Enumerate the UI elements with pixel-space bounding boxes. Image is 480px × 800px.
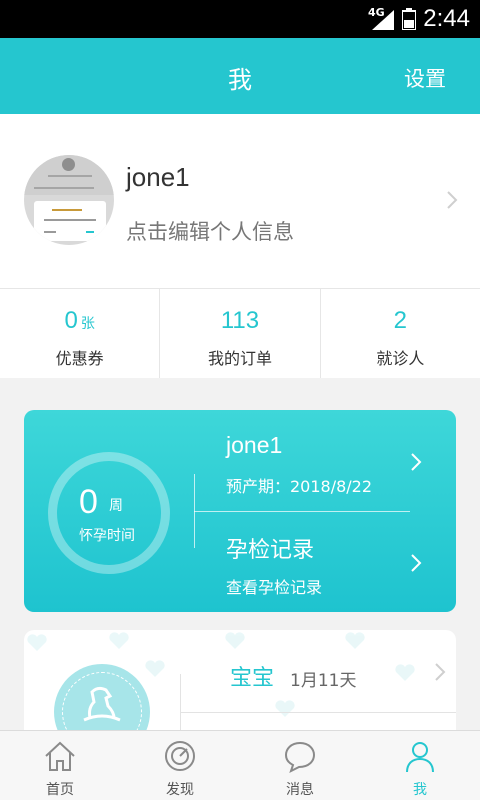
settings-button[interactable]: 设置 bbox=[404, 63, 446, 93]
checkup-record-link[interactable]: 查看孕检记录 bbox=[226, 574, 322, 598]
due-date: 预产期：2018/8/22 bbox=[226, 477, 373, 496]
checkup-record-title[interactable]: 孕检记录 bbox=[226, 532, 314, 564]
tab-me-label: 我 bbox=[413, 782, 427, 798]
tab-messages[interactable]: 消息 bbox=[240, 731, 360, 800]
tab-discover-label: 发现 bbox=[166, 782, 194, 798]
patients-count: 2 bbox=[393, 307, 407, 334]
chevron-right-icon[interactable] bbox=[434, 662, 446, 682]
heart-icon bbox=[345, 632, 365, 649]
tab-messages-label: 消息 bbox=[286, 782, 314, 798]
profile-row[interactable]: jone1 点击编辑个人信息 bbox=[0, 114, 480, 288]
chevron-right-icon[interactable] bbox=[410, 553, 422, 573]
coupons-label: 优惠券 bbox=[55, 349, 104, 368]
bottom-tab-bar: 首页 发现 消息 我 bbox=[0, 730, 480, 800]
stats-row: 0张 优惠券 113 我的订单 2 就诊人 bbox=[0, 288, 480, 378]
heart-icon bbox=[27, 634, 47, 651]
tab-discover[interactable]: 发现 bbox=[120, 731, 240, 800]
signal-icon bbox=[372, 10, 394, 30]
tab-home[interactable]: 首页 bbox=[0, 731, 120, 800]
pregnancy-weeks-label: 怀孕时间 bbox=[79, 528, 135, 544]
tab-home-label: 首页 bbox=[46, 782, 74, 798]
heart-icon bbox=[109, 632, 129, 649]
divider bbox=[180, 712, 456, 713]
pregnancy-weeks-value: 0 bbox=[79, 483, 98, 521]
pregnancy-card: 0 周 怀孕时间 jone1 预产期：2018/8/22 孕检记录 查看孕检记录 bbox=[24, 410, 456, 612]
message-icon bbox=[284, 741, 316, 773]
avatar bbox=[24, 155, 114, 245]
orders-stat[interactable]: 113 我的订单 bbox=[160, 289, 321, 378]
user-icon bbox=[406, 742, 434, 773]
patients-label: 就诊人 bbox=[376, 349, 425, 368]
chevron-right-icon[interactable] bbox=[410, 452, 422, 472]
baby-avatar bbox=[54, 664, 150, 740]
home-icon bbox=[45, 741, 75, 771]
tab-me[interactable]: 我 bbox=[360, 731, 480, 800]
baby-age: 1月11天 bbox=[290, 671, 357, 691]
app-header: 我 设置 bbox=[0, 38, 480, 114]
coupons-count: 0 bbox=[64, 307, 78, 334]
coupons-stat[interactable]: 0张 优惠券 bbox=[0, 289, 161, 378]
pregnancy-name[interactable]: jone1 bbox=[226, 432, 282, 459]
pregnancy-weeks-ring: 0 周 怀孕时间 bbox=[48, 452, 170, 574]
heart-icon bbox=[225, 632, 245, 649]
orders-label: 我的订单 bbox=[207, 349, 272, 368]
status-bar: 4G 2:44 bbox=[0, 0, 480, 38]
baby-label: 宝宝 bbox=[230, 666, 275, 691]
heart-icon bbox=[145, 660, 165, 677]
orders-count: 113 bbox=[220, 307, 260, 334]
patients-stat[interactable]: 2 就诊人 bbox=[321, 289, 480, 378]
clock: 2:44 bbox=[423, 5, 470, 32]
horse-icon bbox=[83, 686, 121, 722]
username: jone1 bbox=[126, 162, 190, 192]
compass-icon bbox=[165, 741, 195, 771]
chevron-right-icon bbox=[447, 191, 458, 209]
heart-icon bbox=[275, 700, 295, 717]
battery-icon bbox=[402, 8, 416, 30]
divider bbox=[194, 511, 410, 512]
pregnancy-weeks-unit: 周 bbox=[109, 498, 123, 514]
heart-icon bbox=[395, 664, 415, 681]
coupons-unit: 张 bbox=[80, 315, 95, 331]
baby-card[interactable]: 宝宝 1月11天 bbox=[24, 630, 456, 740]
edit-profile-hint: 点击编辑个人信息 bbox=[126, 220, 294, 244]
